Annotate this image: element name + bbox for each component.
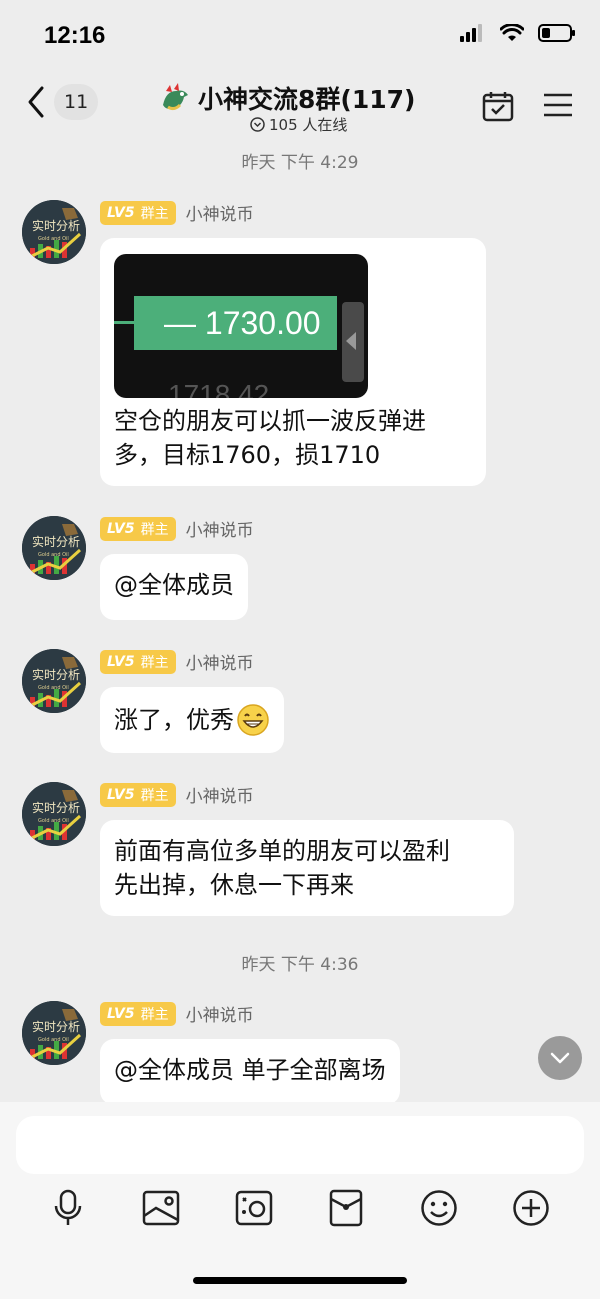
- grin-emoji-icon: [237, 704, 269, 736]
- price-line: [114, 321, 134, 324]
- message-text-line: 先出掉，休息一下再来: [114, 871, 354, 899]
- home-indicator[interactable]: [193, 1277, 407, 1284]
- voice-button[interactable]: [48, 1188, 88, 1228]
- emoji-button[interactable]: [419, 1188, 459, 1228]
- camera-button[interactable]: [234, 1188, 274, 1228]
- message-bubble[interactable]: @全体成员: [100, 554, 248, 620]
- svg-text:Gold and Oil: Gold and Oil: [38, 1037, 69, 1043]
- scroll-to-bottom-button[interactable]: [538, 1036, 582, 1080]
- wifi-icon: [500, 24, 524, 41]
- group-header[interactable]: 小神交流8群(117): [160, 80, 415, 116]
- emoji-icon: [421, 1190, 457, 1226]
- cellular-signal-icon: [460, 24, 482, 42]
- group-title: 小神交流8群(117): [198, 85, 416, 114]
- sender-name[interactable]: 小神说币: [186, 1001, 254, 1026]
- level-badge: LV5 群主: [100, 200, 176, 225]
- composer: [0, 1102, 600, 1299]
- svg-text:Gold and Oil: Gold and Oil: [38, 685, 69, 691]
- svg-text:Gold and Oil: Gold and Oil: [38, 236, 69, 242]
- message-bubble[interactable]: @全体成员 单子全部离场: [100, 1039, 400, 1105]
- avatar[interactable]: 实时分析 Gold and Oil: [22, 649, 86, 713]
- message-bubble[interactable]: 涨了，优秀: [100, 687, 284, 753]
- dragon-emoji-icon: [163, 83, 188, 111]
- svg-text:Gold and Oil: Gold and Oil: [38, 818, 69, 824]
- sender-row: LV5 群主 小神说币: [100, 1001, 254, 1026]
- sender-row: LV5 群主 小神说币: [100, 516, 254, 541]
- sender-row: LV5 群主 小神说币: [100, 782, 254, 807]
- message-text-line: 前面有高位多单的朋友可以盈利: [114, 837, 450, 865]
- svg-text:实时分析: 实时分析: [32, 800, 80, 815]
- status-icons: [460, 24, 576, 42]
- message-text-line: 多，目标1760，损1710: [114, 441, 381, 469]
- sender-name[interactable]: 小神说币: [186, 200, 254, 225]
- image-icon: [142, 1190, 180, 1226]
- calendar-button[interactable]: [482, 90, 514, 126]
- message-text: 涨了，优秀: [114, 706, 234, 734]
- red-packet-icon: [329, 1189, 363, 1227]
- nav-bar: 11 小神交流8群(117) 105 人在线: [0, 72, 600, 142]
- message-input[interactable]: [16, 1116, 584, 1174]
- avatar-image: 实时分析 Gold and Oil: [22, 649, 86, 713]
- svg-text:实时分析: 实时分析: [32, 218, 80, 233]
- online-count: 105 人在线: [250, 114, 347, 135]
- level-badge: LV5 群主: [100, 516, 176, 541]
- svg-text:Gold and Oil: Gold and Oil: [38, 552, 69, 558]
- avatar-image: 实时分析 Gold and Oil: [22, 782, 86, 846]
- level-badge: LV5 群主: [100, 782, 176, 807]
- menu-button[interactable]: [543, 92, 573, 122]
- more-button[interactable]: [511, 1188, 551, 1228]
- message-bubble[interactable]: 前面有高位多单的朋友可以盈利 先出掉，休息一下再来: [100, 820, 514, 916]
- level-badge: LV5 群主: [100, 649, 176, 674]
- lower-price: 1718.42: [168, 379, 270, 398]
- price-label: — 1730.00: [134, 296, 337, 350]
- status-bar: 12:16: [0, 0, 600, 72]
- status-time: 12:16: [44, 22, 106, 49]
- plus-icon: [513, 1190, 549, 1226]
- calendar-check-icon: [482, 92, 514, 122]
- chevron-left-icon: [28, 86, 44, 118]
- online-text: 105 人在线: [269, 116, 348, 134]
- chevron-down-circle-icon: [250, 117, 265, 132]
- avatar-image: 实时分析 Gold and Oil: [22, 516, 86, 580]
- price-screenshot-image[interactable]: — 1730.00 1718.42: [114, 254, 368, 398]
- svg-text:实时分析: 实时分析: [32, 667, 80, 682]
- svg-text:实时分析: 实时分析: [32, 534, 80, 549]
- chart-scroll-handle: [342, 302, 364, 382]
- unread-count-badge: 11: [54, 84, 99, 120]
- camera-icon: [235, 1190, 273, 1226]
- sender-name[interactable]: 小神说币: [186, 649, 254, 674]
- sender-name[interactable]: 小神说币: [186, 782, 254, 807]
- avatar[interactable]: 实时分析 Gold and Oil: [22, 516, 86, 580]
- back-button[interactable]: 11: [26, 84, 99, 120]
- avatar[interactable]: 实时分析 Gold and Oil: [22, 200, 86, 264]
- red-packet-button[interactable]: [326, 1188, 366, 1228]
- message-text-line: 空仓的朋友可以抓一波反弹进: [114, 407, 426, 435]
- hamburger-menu-icon: [544, 93, 572, 117]
- sender-row: LV5 群主 小神说币: [100, 649, 254, 674]
- svg-text:实时分析: 实时分析: [32, 1019, 80, 1034]
- avatar[interactable]: 实时分析 Gold and Oil: [22, 782, 86, 846]
- avatar[interactable]: 实时分析 Gold and Oil: [22, 1001, 86, 1065]
- message-text: @全体成员 单子全部离场: [114, 1056, 386, 1084]
- avatar-image: 实时分析 Gold and Oil: [22, 200, 86, 264]
- avatar-image: 实时分析 Gold and Oil: [22, 1001, 86, 1065]
- timestamp: 昨天 下午 4:29: [241, 153, 359, 173]
- message-bubble[interactable]: — 1730.00 1718.42 空仓的朋友可以抓一波反弹进 多，目标1760…: [100, 238, 486, 486]
- sender-row: LV5 群主 小神说币: [100, 200, 254, 225]
- level-badge: LV5 群主: [100, 1001, 176, 1026]
- timestamp: 昨天 下午 4:36: [241, 955, 359, 975]
- chevron-down-icon: [550, 1052, 570, 1064]
- microphone-icon: [54, 1189, 82, 1225]
- message-text: @全体成员: [114, 571, 234, 599]
- battery-icon: [538, 24, 575, 42]
- composer-toolbar: [0, 1188, 600, 1232]
- sender-name[interactable]: 小神说币: [186, 516, 254, 541]
- image-button[interactable]: [141, 1188, 181, 1228]
